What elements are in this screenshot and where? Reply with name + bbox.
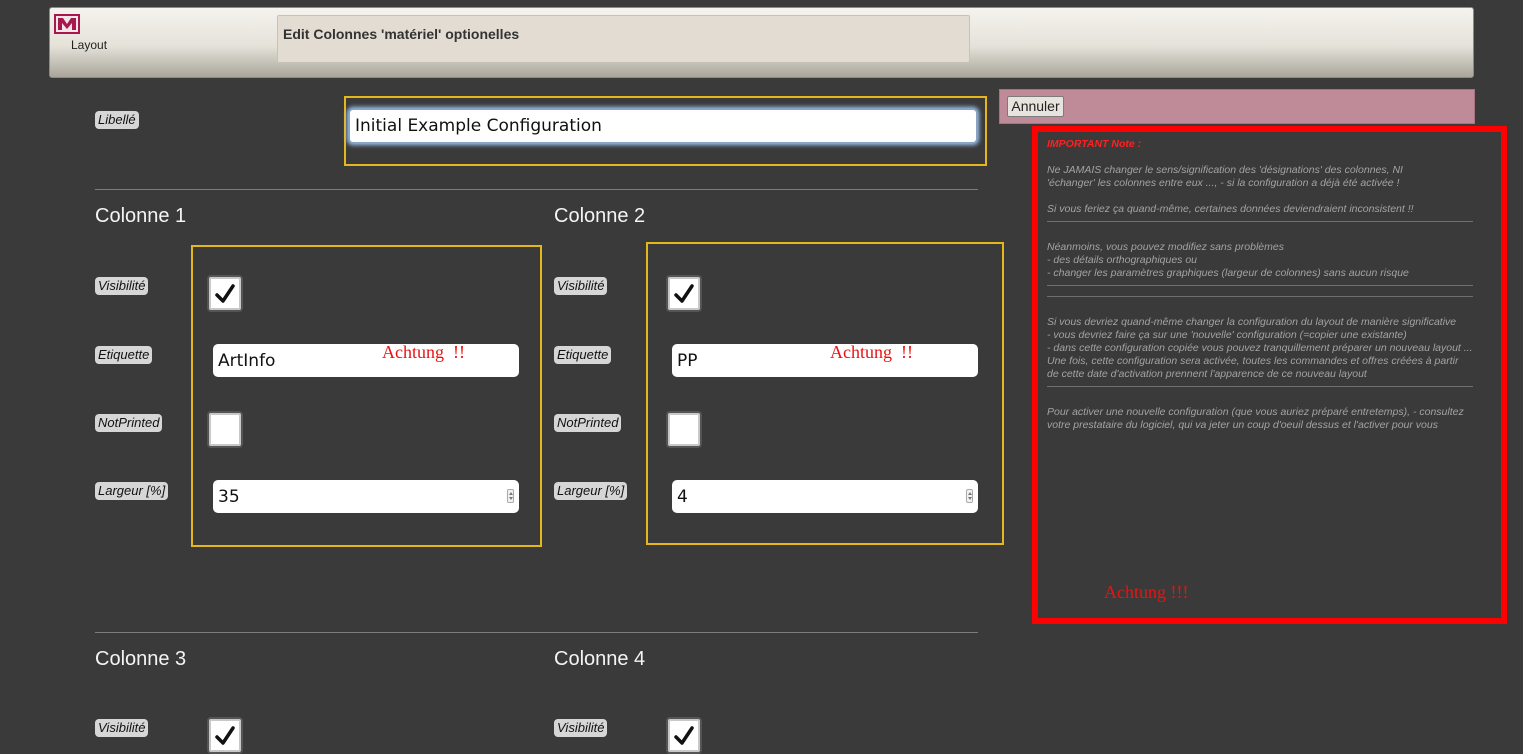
- checkmark-icon: [674, 284, 694, 303]
- section-divider: [95, 632, 978, 633]
- layout-nav-link[interactable]: Layout: [71, 38, 107, 52]
- note-text: - des détails orthographiques ou: [1047, 254, 1198, 266]
- column-1-visibility-checkbox[interactable]: [207, 275, 243, 312]
- column-2-notprinted-checkbox[interactable]: [666, 411, 702, 448]
- note-text: Si vous feriez ça quand-même, certaines …: [1047, 203, 1414, 215]
- libelle-label: Libellé: [95, 111, 139, 129]
- column-1-visibility-label: Visibilité: [95, 277, 149, 295]
- column-4-visibility-label: Visibilité: [554, 719, 608, 737]
- column-1-largeur-spinner[interactable]: [507, 489, 514, 503]
- column-2-largeur-spinner[interactable]: [966, 489, 973, 503]
- column-1-notprinted-label: NotPrinted: [95, 414, 163, 432]
- note-divider: [1047, 296, 1473, 297]
- column-1-largeur-label: Largeur [%]: [95, 482, 169, 500]
- column-3-visibility-checkbox[interactable]: [207, 717, 243, 754]
- action-bar: [999, 89, 1475, 124]
- column-4-title: Colonne 4: [554, 648, 646, 670]
- column-2-visibility-label: Visibilité: [554, 277, 608, 295]
- column-2-largeur-input[interactable]: [672, 480, 978, 513]
- section-divider: [95, 189, 978, 190]
- page-title: Edit Colonnes 'matériel' optionelles: [283, 26, 520, 42]
- checkmark-icon: [674, 726, 694, 745]
- note-text: 'échanger' les colonnes entre eux ..., -…: [1047, 177, 1400, 189]
- column-2-title: Colonne 2: [554, 205, 646, 227]
- note-text: - vous devriez faire ça sur une 'nouvell…: [1047, 329, 1407, 341]
- column-1-etiquette-label: Etiquette: [95, 346, 153, 364]
- note-heading-suffix: :: [1134, 138, 1142, 150]
- note-text: Pour activer une nouvelle configuration …: [1047, 406, 1464, 431]
- column-2-largeur-label: Largeur [%]: [554, 482, 628, 500]
- note-text: - changer les paramètres graphiques (lar…: [1047, 267, 1409, 279]
- column-2-visibility-checkbox[interactable]: [666, 275, 702, 312]
- note-heading: IMPORTANT Note: [1047, 138, 1135, 150]
- app-logo-icon[interactable]: [54, 14, 80, 34]
- note-divider: [1047, 221, 1473, 222]
- cancel-button[interactable]: Annuler: [1007, 96, 1064, 117]
- column-1-title: Colonne 1: [95, 205, 187, 227]
- libelle-input[interactable]: [349, 109, 977, 143]
- column-1-largeur-input[interactable]: [213, 480, 519, 513]
- note-text: Une fois, cette configuration sera activ…: [1047, 355, 1459, 380]
- achtung-annotation-big: Achtung !!!: [1104, 582, 1189, 602]
- checkmark-icon: [215, 284, 235, 303]
- important-note-panel: IMPORTANT Note : Ne JAMAIS changer le se…: [1047, 138, 1473, 432]
- note-text: Si vous devriez quand-même changer la co…: [1047, 316, 1457, 328]
- column-2-notprinted-label: NotPrinted: [554, 414, 622, 432]
- column-4-visibility-checkbox[interactable]: [666, 717, 702, 754]
- note-divider: [1047, 386, 1473, 387]
- note-text: - dans cette configuration copiée vous p…: [1047, 342, 1473, 354]
- column-1-etiquette-input[interactable]: [213, 344, 519, 377]
- column-2-etiquette-label: Etiquette: [554, 346, 612, 364]
- column-2-etiquette-input[interactable]: [672, 344, 978, 377]
- checkmark-icon: [215, 726, 235, 745]
- column-1-notprinted-checkbox[interactable]: [207, 411, 243, 448]
- note-text: Ne JAMAIS changer le sens/signification …: [1047, 164, 1403, 176]
- achtung-annotation: Achtung !!: [382, 342, 465, 362]
- column-3-title: Colonne 3: [95, 648, 187, 670]
- column-3-visibility-label: Visibilité: [95, 719, 149, 737]
- note-text: Néanmoins, vous pouvez modifiez sans pro…: [1047, 241, 1284, 253]
- achtung-annotation: Achtung !!: [830, 342, 913, 362]
- note-divider: [1047, 285, 1473, 286]
